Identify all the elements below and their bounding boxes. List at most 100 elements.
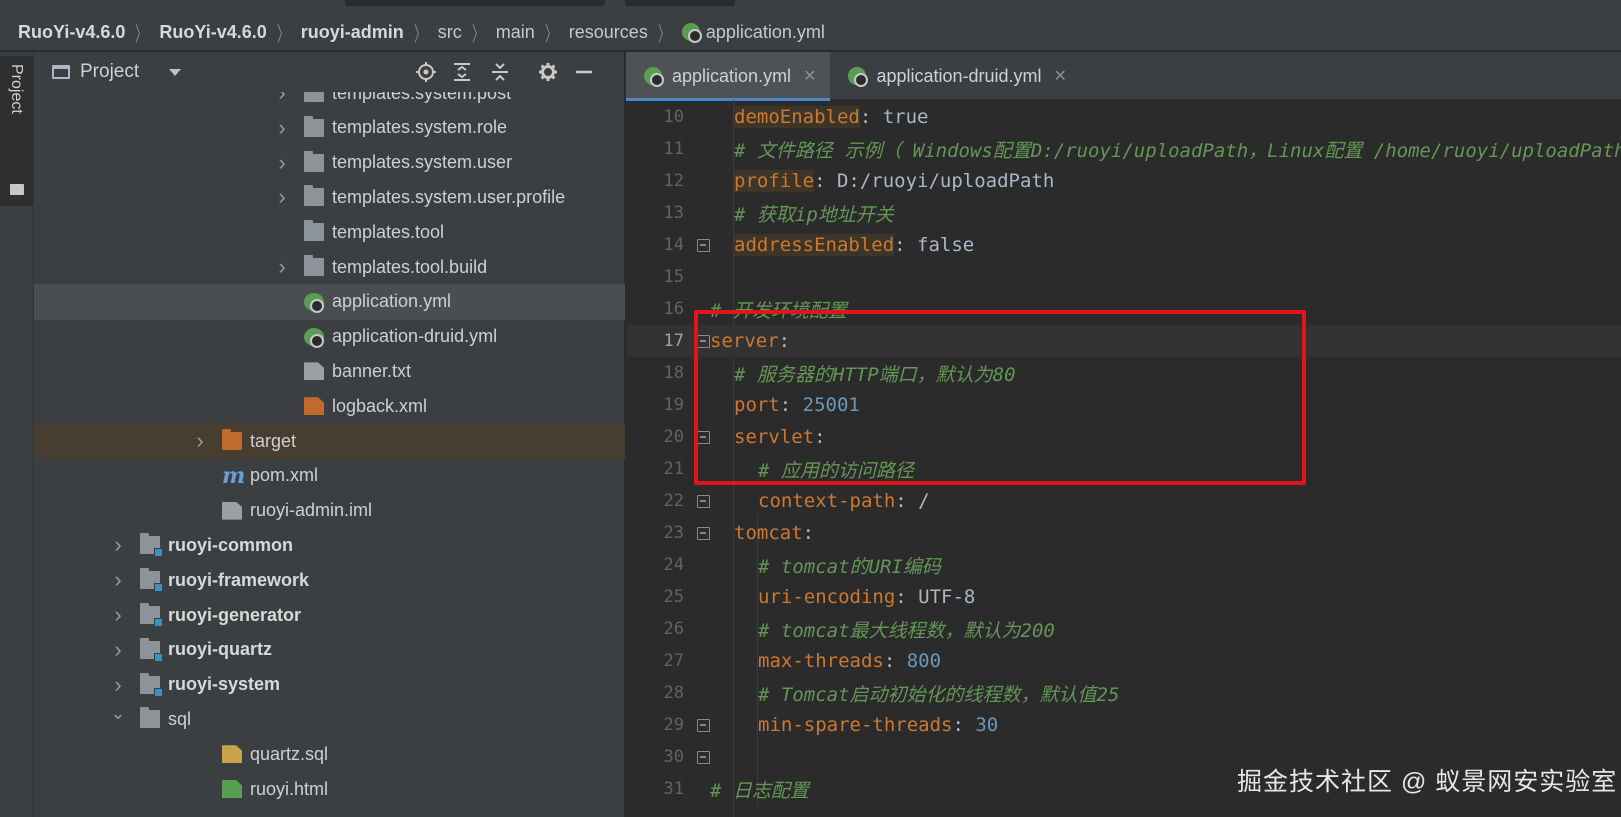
tree-item[interactable]: › templates.system.role (34, 110, 625, 146)
tree-item-label: ruoyi-framework (168, 569, 310, 590)
gear-icon[interactable] (536, 60, 560, 84)
chevron-right-icon[interactable]: › (194, 428, 206, 453)
breadcrumb-separator: 〉 (544, 23, 557, 46)
tree-item[interactable]: › ruoyi-framework (34, 562, 625, 598)
code-line[interactable]: 25 uri-encoding: UTF-8 (626, 581, 1621, 613)
project-tool-window-tab[interactable]: Project (0, 56, 34, 206)
tree-item[interactable]: logback.xml (34, 388, 625, 424)
spring-yml-icon (681, 23, 702, 43)
expand-all-icon[interactable] (450, 60, 474, 84)
tree-item[interactable]: ruoyi-admin.iml (34, 493, 625, 529)
fold-marker-icon[interactable] (697, 238, 710, 252)
tree-item[interactable]: templates.tool (34, 214, 625, 250)
fold-marker-icon[interactable] (697, 526, 710, 540)
chevron-right-icon[interactable]: › (112, 567, 124, 592)
close-icon[interactable]: ✕ (1054, 66, 1067, 86)
tree-item[interactable]: › ruoyi-common (34, 527, 625, 563)
tree-item[interactable]: banner.txt (34, 353, 625, 389)
breadcrumb-item[interactable]: main (496, 22, 535, 43)
top-tab-fragment (345, 0, 605, 6)
chevron-right-icon[interactable]: › (276, 254, 288, 279)
folder-icon (304, 150, 324, 172)
yaml-value: : (802, 522, 815, 544)
line-number: 19 (663, 395, 684, 415)
breadcrumb-item[interactable]: src (438, 22, 462, 43)
fold-marker-icon[interactable] (697, 430, 710, 444)
code-line[interactable]: 18 # 服务器的HTTP端口，默认为80 (626, 357, 1621, 389)
yaml-key: port (734, 394, 780, 416)
tree-item[interactable]: ⌄ sql (34, 701, 625, 737)
breadcrumb-item[interactable]: resources (569, 22, 648, 43)
code-line[interactable]: 15 (626, 261, 1621, 293)
breadcrumb-item[interactable]: ruoyi-admin (301, 22, 404, 43)
locate-icon[interactable] (414, 60, 438, 84)
fold-marker-icon[interactable] (697, 334, 710, 348)
tree-item[interactable]: m pom.xml (34, 458, 625, 494)
tree-item[interactable]: › templates.system.post (34, 92, 625, 111)
breadcrumb-item[interactable]: RuoYi-v4.6.0 (18, 22, 125, 43)
breadcrumb-separator: 〉 (276, 23, 289, 46)
code-line[interactable]: 14 addressEnabled: false (626, 229, 1621, 261)
code-area[interactable]: 10 demoEnabled: true 11 # 文件路径 示例（ Windows配… (626, 100, 1621, 817)
code-comment: # 开发环境配置 (710, 299, 847, 322)
tree-item[interactable]: › ruoyi-generator (34, 597, 625, 633)
code-line[interactable]: 20 servlet: (626, 421, 1621, 453)
code-text: # 日志配置 (710, 776, 809, 803)
tree-item[interactable]: application.yml (34, 283, 625, 320)
code-line[interactable]: 10 demoEnabled: true (626, 101, 1621, 133)
line-number: 18 (663, 363, 684, 383)
xml-file-icon (304, 397, 324, 416)
editor-tab[interactable]: application.yml ✕ (626, 52, 831, 101)
chevron-right-icon[interactable]: › (112, 602, 124, 627)
editor-tab-label: application-druid.yml (876, 65, 1042, 86)
collapse-all-icon[interactable] (488, 60, 512, 84)
code-line[interactable]: 19 port: 25001 (626, 389, 1621, 421)
chevron-right-icon[interactable]: › (276, 115, 288, 140)
editor-tab[interactable]: application-druid.yml ✕ (830, 52, 1080, 100)
hide-icon[interactable] (572, 60, 596, 84)
code-line[interactable]: 11 # 文件路径 示例（ Windows配置D:/ruoyi/uploadPat… (626, 133, 1621, 165)
code-line[interactable]: 16 # 开发环境配置 (626, 293, 1621, 325)
close-icon[interactable]: ✕ (803, 66, 816, 86)
code-line[interactable]: 22 context-path: / (626, 485, 1621, 517)
tree-item[interactable]: application-druid.yml (34, 319, 625, 355)
breadcrumb-label: main (495, 21, 535, 42)
tree-item[interactable]: › ruoyi-quartz (34, 632, 625, 668)
chevron-down-icon[interactable]: ⌄ (110, 703, 125, 723)
code-line[interactable]: 13 # 获取ip地址开关 (626, 197, 1621, 229)
project-view-selector[interactable]: Project (80, 61, 139, 83)
tree-item[interactable]: ruoyi.html (34, 771, 625, 807)
fold-marker-icon[interactable] (697, 750, 710, 764)
code-line[interactable]: 21 # 应用的访问路径 (626, 453, 1621, 485)
code-line[interactable]: 17 server: (626, 325, 1621, 357)
chevron-right-icon[interactable]: › (276, 184, 288, 209)
breadcrumb-item[interactable]: application.yml (681, 22, 825, 43)
folder-icon (10, 184, 24, 195)
tree-item[interactable]: › templates.tool.build (34, 249, 625, 285)
code-line[interactable]: 29 min-spare-threads: 30 (626, 709, 1621, 741)
tree-item[interactable]: quartz.sql (34, 736, 625, 772)
code-line[interactable]: 12 profile: D:/ruoyi/uploadPath (626, 165, 1621, 197)
tree-item[interactable]: › templates.system.user (34, 145, 625, 181)
chevron-right-icon[interactable]: › (112, 672, 124, 697)
left-tool-strip: Project (0, 52, 34, 817)
fold-marker-icon[interactable] (697, 718, 710, 732)
code-line[interactable]: 28 # Tomcat启动初始化的线程数，默认值25 (626, 677, 1621, 709)
code-line[interactable]: 23 tomcat: (626, 517, 1621, 549)
tree-item[interactable]: › target (34, 423, 625, 459)
chevron-right-icon[interactable]: › (112, 532, 124, 557)
folder-icon (304, 220, 324, 242)
chevron-down-icon[interactable] (169, 68, 182, 76)
code-line[interactable]: 26 # tomcat最大线程数，默认为200 (626, 613, 1621, 645)
fold-marker-icon[interactable] (697, 494, 710, 508)
breadcrumb-item[interactable]: RuoYi-v4.6.0 (159, 22, 266, 43)
code-line[interactable]: 24 # tomcat的URI编码 (626, 549, 1621, 581)
line-number: 25 (663, 587, 684, 607)
chevron-right-icon[interactable]: › (112, 637, 124, 662)
yaml-key: demoEnabled (734, 106, 860, 128)
chevron-right-icon[interactable]: › (276, 150, 288, 175)
tree-item[interactable]: › ruoyi-system (34, 667, 625, 703)
chevron-right-icon[interactable]: › (276, 92, 288, 105)
code-line[interactable]: 27 max-threads: 800 (626, 645, 1621, 677)
tree-item[interactable]: › templates.system.user.profile (34, 179, 625, 215)
